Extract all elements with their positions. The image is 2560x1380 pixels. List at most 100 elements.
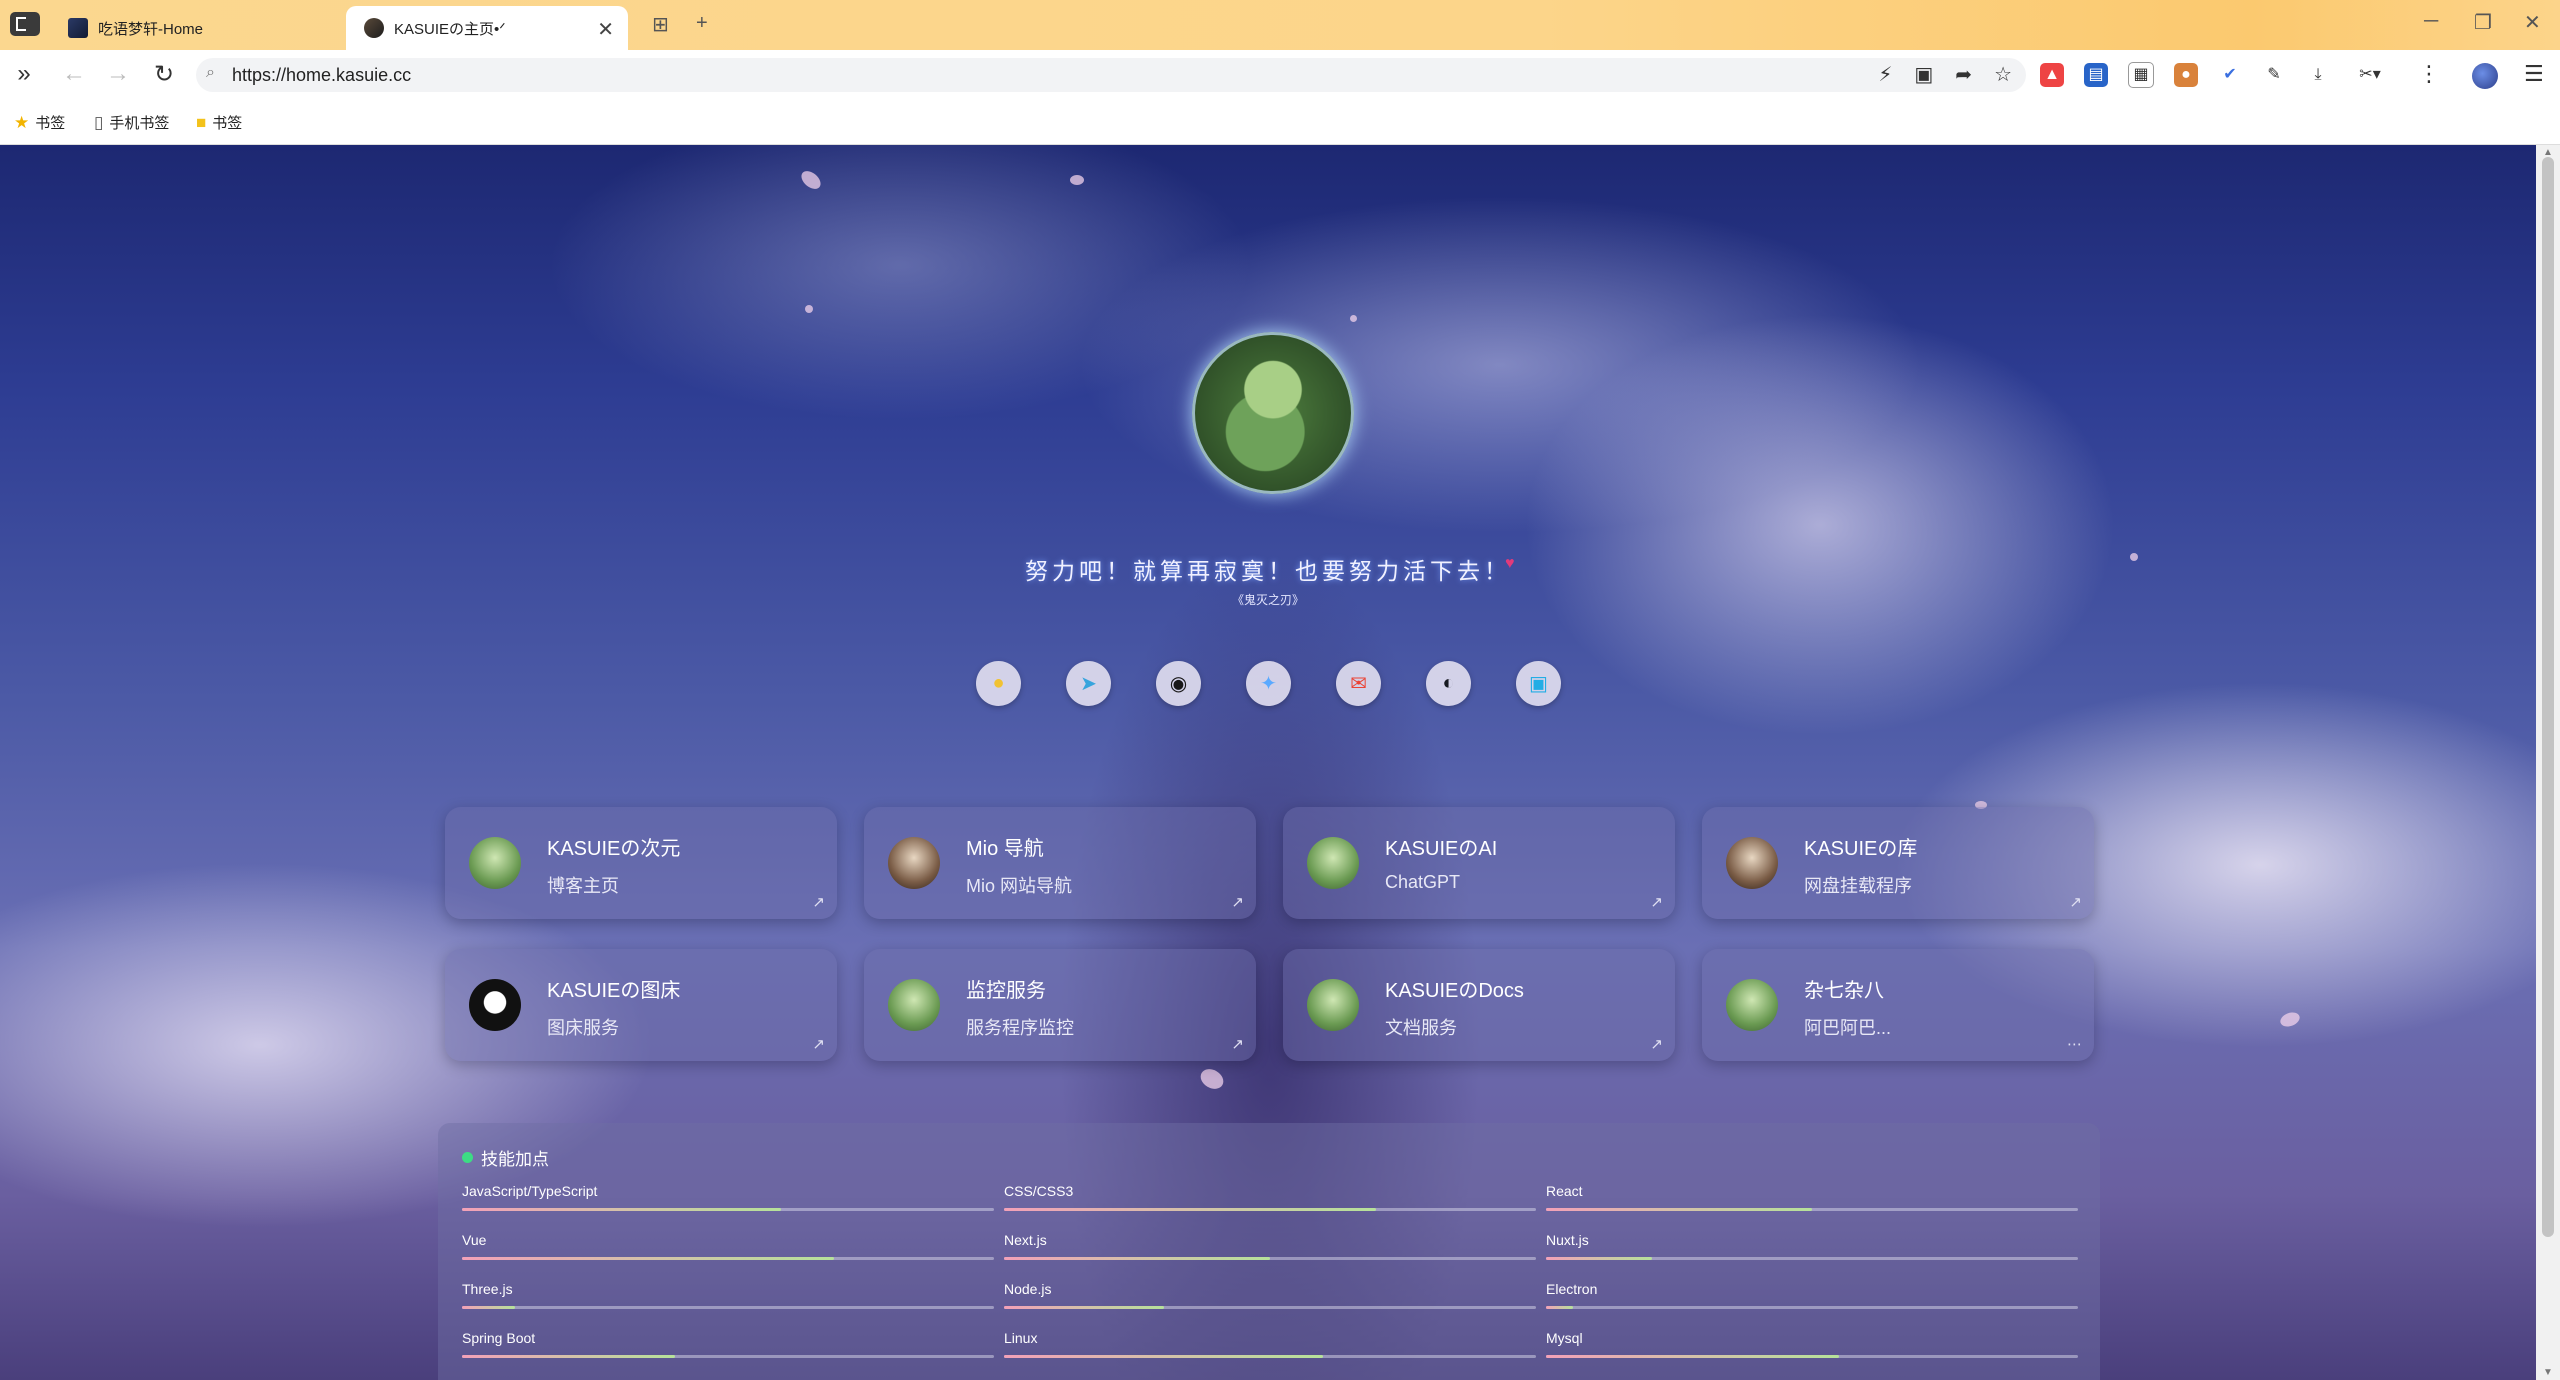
pdf-extension-icon[interactable]: ▲ xyxy=(2040,63,2064,87)
skill-name: Three.js xyxy=(462,1281,513,1297)
skill-progress-track xyxy=(1004,1306,1536,1309)
skill-item: React xyxy=(1546,1183,2078,1211)
sidebar-toggle-button[interactable] xyxy=(10,12,40,36)
skill-item: Mysql xyxy=(1546,1330,2078,1358)
card-avatar xyxy=(469,979,521,1031)
qq-link[interactable]: ● xyxy=(976,661,1021,706)
external-link-icon: ↗ xyxy=(1231,1036,1244,1053)
new-tab-button[interactable]: + xyxy=(696,12,708,35)
skill-progress-fill xyxy=(462,1306,516,1309)
skill-item: Spring Boot xyxy=(462,1330,994,1358)
url-text[interactable]: https://home.kasuie.cc xyxy=(232,65,411,86)
email-link[interactable]: ✉ xyxy=(1336,661,1381,706)
telegram-link[interactable]: ➤ xyxy=(1066,661,1111,706)
card-subtitle: 博客主页 xyxy=(547,876,619,896)
external-link-icon: ↗ xyxy=(812,894,825,911)
page-scrollbar[interactable]: ▲ ▼ xyxy=(2536,145,2560,1380)
skill-progress-track xyxy=(1546,1257,2078,1260)
forward-button[interactable]: → xyxy=(102,60,134,88)
github-link[interactable]: ◉ xyxy=(1156,661,1201,706)
card-subtitle: 文档服务 xyxy=(1385,1018,1457,1038)
profile-avatar[interactable] xyxy=(2472,63,2498,89)
browser-toolbar: » ← → ↻ ⌕ https://home.kasuie.cc ⚡ ▣ ➦ ☆… xyxy=(0,50,2560,100)
site-card[interactable]: KASUIEのDocs 文档服务 ↗ xyxy=(1283,949,1675,1061)
site-card[interactable]: KASUIEの库 网盘挂载程序 ↗ xyxy=(1702,807,2094,919)
skill-progress-fill xyxy=(1004,1306,1164,1309)
external-link-icon: ↗ xyxy=(1650,1036,1663,1053)
card-title: KASUIEの库 xyxy=(1804,838,1918,860)
more-menu-icon[interactable]: ⋮ xyxy=(2418,61,2440,87)
scrollbar-thumb[interactable] xyxy=(2542,157,2554,1237)
translate-extension-icon[interactable]: ▤ xyxy=(2084,63,2108,87)
skill-progress-track xyxy=(462,1208,994,1211)
skill-name: Spring Boot xyxy=(462,1330,536,1346)
bookmark-item[interactable]: ★ 书签 xyxy=(14,112,65,133)
site-card[interactable]: 监控服务 服务程序监控 ↗ xyxy=(864,949,1256,1061)
scissors-icon[interactable]: ✂▾ xyxy=(2350,63,2390,87)
bookmark-item[interactable]: ▯ 手机书签 xyxy=(94,112,169,133)
external-link-icon: ↗ xyxy=(2069,894,2082,911)
browser-tab-active[interactable]: KASUIEの主页•ᐟ ✕ xyxy=(346,6,628,50)
steam-link[interactable]: ◐ xyxy=(1426,661,1471,706)
bilibili-icon: ▣ xyxy=(1529,673,1548,695)
address-bar[interactable]: ⌕ https://home.kasuie.cc ⚡ ▣ ➦ ☆ xyxy=(196,58,2026,92)
card-title: 监控服务 xyxy=(966,980,1046,1002)
lightning-icon[interactable]: ⚡ xyxy=(1878,62,1892,87)
download-icon[interactable]: ⤓ xyxy=(2306,63,2330,87)
tab-title: KASUIEの主页•ᐟ xyxy=(394,20,506,38)
skill-progress-fill xyxy=(1546,1355,1839,1358)
bookmark-star-icon[interactable]: ☆ xyxy=(1994,62,2012,87)
skill-progress-fill xyxy=(462,1208,782,1211)
skill-progress-track xyxy=(1546,1306,2078,1309)
github-icon: ◉ xyxy=(1169,673,1188,695)
pen-extension-icon[interactable]: ✎ xyxy=(2262,63,2286,87)
tab-title: 吃语梦轩-Home xyxy=(98,20,204,38)
tab-favicon-icon xyxy=(68,18,88,38)
card-avatar xyxy=(469,837,521,889)
card-avatar xyxy=(888,979,940,1031)
game-extension-icon[interactable]: ● xyxy=(2174,63,2198,87)
qr-extension-icon[interactable]: ▦ xyxy=(2128,62,2154,88)
reader-icon[interactable]: ▣ xyxy=(1914,62,1933,87)
card-subtitle: Mio 网站导航 xyxy=(966,876,1073,896)
card-subtitle: 服务程序监控 xyxy=(966,1018,1074,1038)
reload-button[interactable]: ↻ xyxy=(148,60,180,89)
browser-tab-bar: 吃语梦轩-Home KASUIEの主页•ᐟ ✕ ⊞ + ─ ❐ ✕ xyxy=(0,0,2560,50)
card-subtitle: ChatGPT xyxy=(1385,872,1461,892)
skill-name: React xyxy=(1546,1183,1583,1199)
share-icon[interactable]: ➦ xyxy=(1955,62,1972,87)
site-card[interactable]: KASUIEの图床 图床服务 ↗ xyxy=(445,949,837,1061)
close-window-button[interactable]: ✕ xyxy=(2524,10,2541,35)
bird-extension-icon[interactable]: ✔ xyxy=(2218,63,2242,87)
back-button[interactable]: ← xyxy=(58,60,90,88)
motto-source: 《鬼灭之刃》 xyxy=(1231,593,1304,607)
site-card[interactable]: KASUIEの次元 博客主页 ↗ xyxy=(445,807,837,919)
twitter-link[interactable]: ✦ xyxy=(1246,661,1291,706)
scroll-down-icon[interactable]: ▼ xyxy=(2543,1367,2553,1378)
skill-name: JavaScript/TypeScript xyxy=(462,1183,598,1199)
more-icon: ⋯ xyxy=(2067,1036,2082,1053)
site-card[interactable]: 杂七杂八 阿巴阿巴... ⋯ xyxy=(1702,949,2094,1061)
site-card[interactable]: Mio 导航 Mio 网站导航 ↗ xyxy=(864,807,1256,919)
motto-text: 努力吧！就算再寂寞！也要努力活下去！ xyxy=(1025,559,1511,585)
site-card[interactable]: KASUIEのAI ChatGPT ↗ xyxy=(1283,807,1675,919)
tab-groups-icon[interactable]: ⊞ xyxy=(652,12,669,37)
restore-button[interactable]: ❐ xyxy=(2474,10,2492,35)
petal-decoration xyxy=(798,167,824,193)
close-tab-icon[interactable]: ✕ xyxy=(597,17,614,42)
browser-tab[interactable]: 吃语梦轩-Home xyxy=(50,6,340,50)
skill-item: CSS/CSS3 xyxy=(1004,1183,1536,1211)
card-title: 杂七杂八 xyxy=(1804,980,1884,1002)
external-link-icon: ↗ xyxy=(812,1036,825,1053)
homepage: 努力吧！就算再寂寞！也要努力活下去！ ♥ 《鬼灭之刃》 ● ➤ ◉ ✦ ✉ ◐ … xyxy=(0,145,2536,1380)
bilibili-link[interactable]: ▣ xyxy=(1516,661,1561,706)
expand-icon[interactable]: » xyxy=(8,60,40,88)
hamburger-menu-icon[interactable]: ☰ xyxy=(2524,61,2544,87)
minimize-button[interactable]: ─ xyxy=(2424,10,2438,33)
twitter-icon: ✦ xyxy=(1260,673,1277,695)
bookmark-folder[interactable]: ■ 书签 xyxy=(196,112,242,133)
skill-progress-track xyxy=(462,1257,994,1260)
skill-progress-fill xyxy=(1004,1355,1324,1358)
skill-progress-track xyxy=(462,1306,994,1309)
skill-progress-fill xyxy=(462,1355,675,1358)
